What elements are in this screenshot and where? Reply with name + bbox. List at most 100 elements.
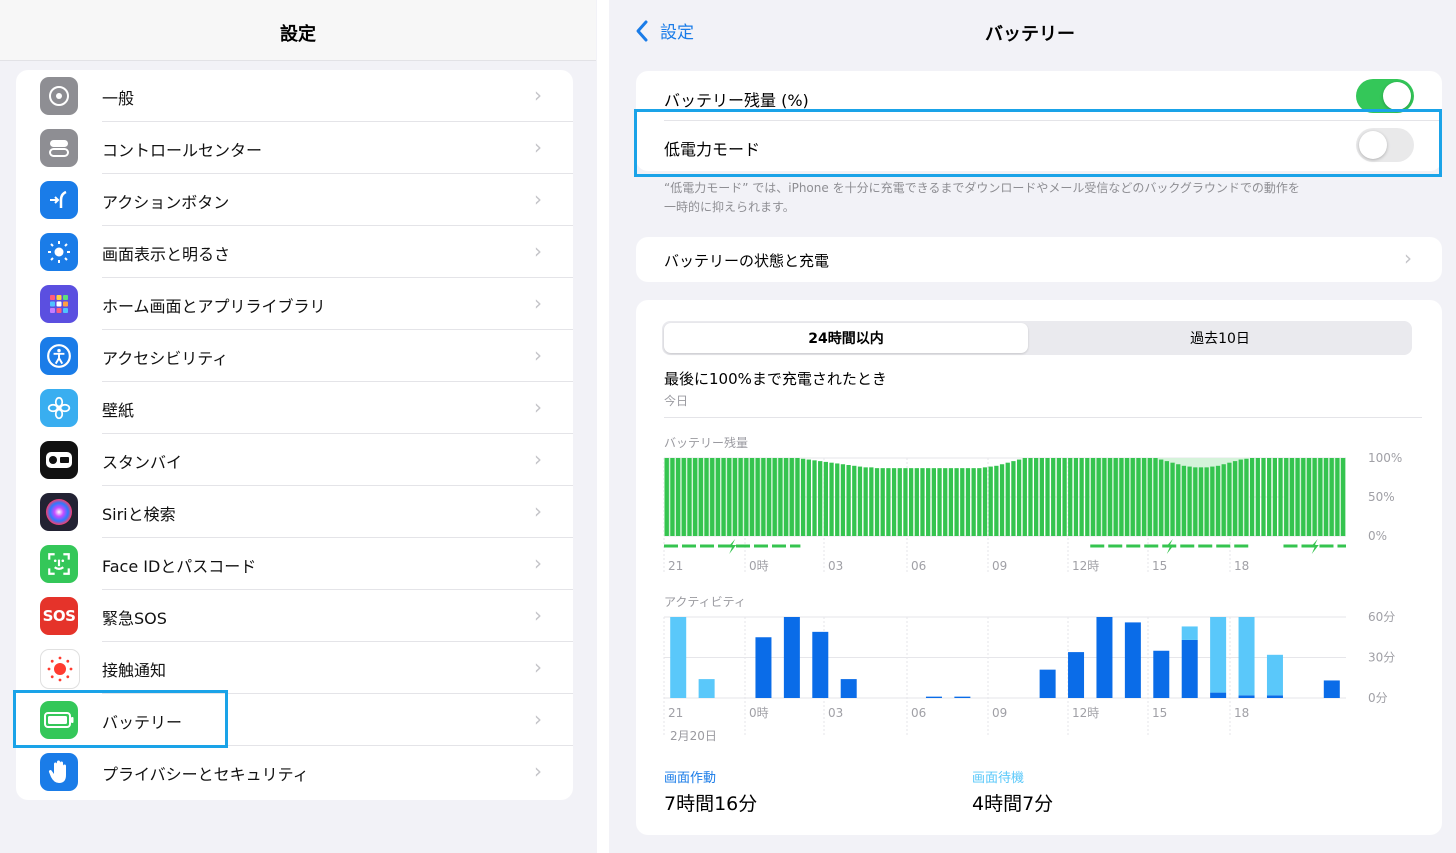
- sidebar-item-accessibility[interactable]: アクセシビリティ ›: [16, 330, 573, 382]
- battery-bar: [1306, 458, 1312, 536]
- battery-bar: [693, 458, 698, 536]
- activity-bar-screen-on: [1039, 669, 1056, 698]
- battery-bar: [994, 465, 999, 536]
- sidebar-item-home-grid[interactable]: ホーム画面とアプリライブラリ ›: [16, 278, 573, 330]
- chevron-right-icon: ›: [534, 187, 542, 211]
- y-tick-label: 100%: [1368, 451, 1402, 465]
- x-tick-label: 15: [1152, 706, 1167, 720]
- battery-bar: [1267, 458, 1272, 536]
- exposure-notification-icon: [40, 649, 80, 689]
- activity-chart: 60分 30分 0分 21 0時 03 06 09 12時 15 18: [663, 610, 1395, 735]
- sidebar-item-exposure-notification[interactable]: 接触通知 ›: [16, 642, 573, 694]
- battery-bar: [1272, 458, 1277, 536]
- back-button[interactable]: 設定: [634, 18, 694, 43]
- battery-bar: [857, 466, 863, 536]
- sidebar-item-label: アクセシビリティ: [102, 349, 229, 368]
- battery-usage-card: 24時間以内 過去10日 最後に100%まで充電されたとき 今日 バッテリー残量…: [636, 300, 1442, 835]
- x-tick-label: 03: [828, 706, 843, 720]
- x-tick-label: 15: [1152, 559, 1167, 573]
- battery-bar: [937, 468, 942, 536]
- chevron-right-icon: ›: [534, 395, 542, 419]
- battery-bar: [926, 468, 931, 536]
- battery-bar: [755, 458, 760, 536]
- battery-bar: [1232, 461, 1238, 536]
- chevron-right-icon: ›: [534, 603, 542, 627]
- sidebar-item-label: 一般: [102, 89, 135, 108]
- battery-bar: [1090, 458, 1096, 536]
- battery-row-highlight: [13, 690, 228, 748]
- sidebar-item-gear[interactable]: 一般 ›: [16, 70, 573, 122]
- sidebar-item-label: 接触通知: [102, 661, 167, 680]
- battery-bar: [1210, 466, 1215, 536]
- bolt-icon: [728, 539, 737, 554]
- battery-bar: [897, 468, 902, 536]
- sidebar-item-label: Siriと検索: [102, 505, 176, 524]
- sidebar-item-wallpaper-flower[interactable]: 壁紙 ›: [16, 382, 573, 434]
- battery-bar: [971, 468, 976, 536]
- battery-bar: [988, 466, 993, 536]
- activity-bar-screen-on: [1153, 650, 1170, 698]
- battery-bar: [1187, 466, 1192, 536]
- battery-bar: [789, 458, 794, 536]
- battery-bar: [1062, 458, 1067, 536]
- battery-bar: [1096, 458, 1101, 536]
- activity-bar-screen-on: [1096, 617, 1113, 698]
- tab-24-hours[interactable]: 24時間以内: [664, 323, 1028, 353]
- section-separator: [664, 417, 1422, 418]
- sidebar-item-standby[interactable]: スタンバイ ›: [16, 434, 573, 486]
- x-tick-label: 21: [668, 559, 683, 573]
- x-tick-label: 06: [911, 559, 926, 573]
- sidebar-item-brightness[interactable]: 画面表示と明るさ ›: [16, 226, 573, 278]
- battery-bar: [1022, 458, 1027, 536]
- battery-bar: [1284, 458, 1289, 536]
- battery-bar: [772, 458, 777, 536]
- battery-bar: [1056, 458, 1062, 536]
- sidebar-item-face-id[interactable]: Face IDとパスコード ›: [16, 538, 573, 590]
- battery-detail: 設定 バッテリー バッテリー残量 (%) 低電力モード “低電力モード” では、…: [610, 0, 1456, 853]
- sidebar-item-privacy-hand[interactable]: プライバシーとセキュリティ ›: [16, 746, 573, 798]
- battery-bar: [704, 458, 709, 536]
- percentage-toggle[interactable]: [1356, 79, 1414, 113]
- battery-bar: [1124, 458, 1130, 536]
- x-tick-label: 0時: [749, 706, 769, 720]
- battery-bar: [1312, 458, 1317, 536]
- activity-bar-screen-on: [1124, 622, 1141, 698]
- battery-bar: [1244, 458, 1249, 536]
- activity-bar-screen-on: [925, 696, 942, 698]
- battery-bar: [801, 458, 806, 536]
- chevron-right-icon: ›: [534, 135, 542, 159]
- activity-bar-screen-off: [1181, 626, 1198, 640]
- sidebar-item-siri[interactable]: Siriと検索 ›: [16, 486, 573, 538]
- activity-bar-screen-on: [783, 617, 800, 698]
- home-grid-icon: [40, 285, 78, 323]
- sidebar-item-label: アクションボタン: [102, 193, 230, 212]
- chevron-left-icon: [636, 20, 648, 41]
- tab-10-days[interactable]: 過去10日: [1030, 323, 1410, 353]
- battery-bar: [1278, 458, 1283, 536]
- chevron-right-icon: ›: [534, 447, 542, 471]
- battery-bar: [1079, 458, 1084, 536]
- sidebar-header: 設定: [0, 0, 596, 61]
- battery-bar: [1215, 465, 1221, 536]
- battery-bar: [1107, 458, 1113, 536]
- sidebar-item-control-center[interactable]: コントロールセンター ›: [16, 122, 573, 174]
- battery-bar: [1136, 458, 1141, 536]
- sidebar-item-action-button[interactable]: アクションボタン ›: [16, 174, 573, 226]
- sidebar-item-label: 壁紙: [102, 401, 135, 420]
- control-center-icon: [40, 129, 78, 167]
- y-tick-label: 60分: [1368, 610, 1395, 624]
- battery-bar: [1085, 458, 1090, 536]
- gear-icon: [40, 77, 78, 115]
- x-tick-label: 09: [992, 706, 1007, 720]
- siri-icon: [40, 493, 78, 531]
- battery-bar: [829, 462, 834, 536]
- privacy-hand-icon: [40, 753, 78, 791]
- sidebar-item-sos[interactable]: SOS 緊急SOS ›: [16, 590, 573, 642]
- battery-bar: [903, 468, 908, 536]
- battery-bar: [681, 458, 686, 536]
- sidebar-item-label: 緊急SOS: [102, 609, 167, 628]
- battery-health-row[interactable]: バッテリーの状態と充電 ›: [636, 237, 1442, 282]
- battery-bar: [1073, 458, 1079, 536]
- battery-bar: [1170, 462, 1175, 536]
- chevron-right-icon: ›: [1404, 246, 1412, 270]
